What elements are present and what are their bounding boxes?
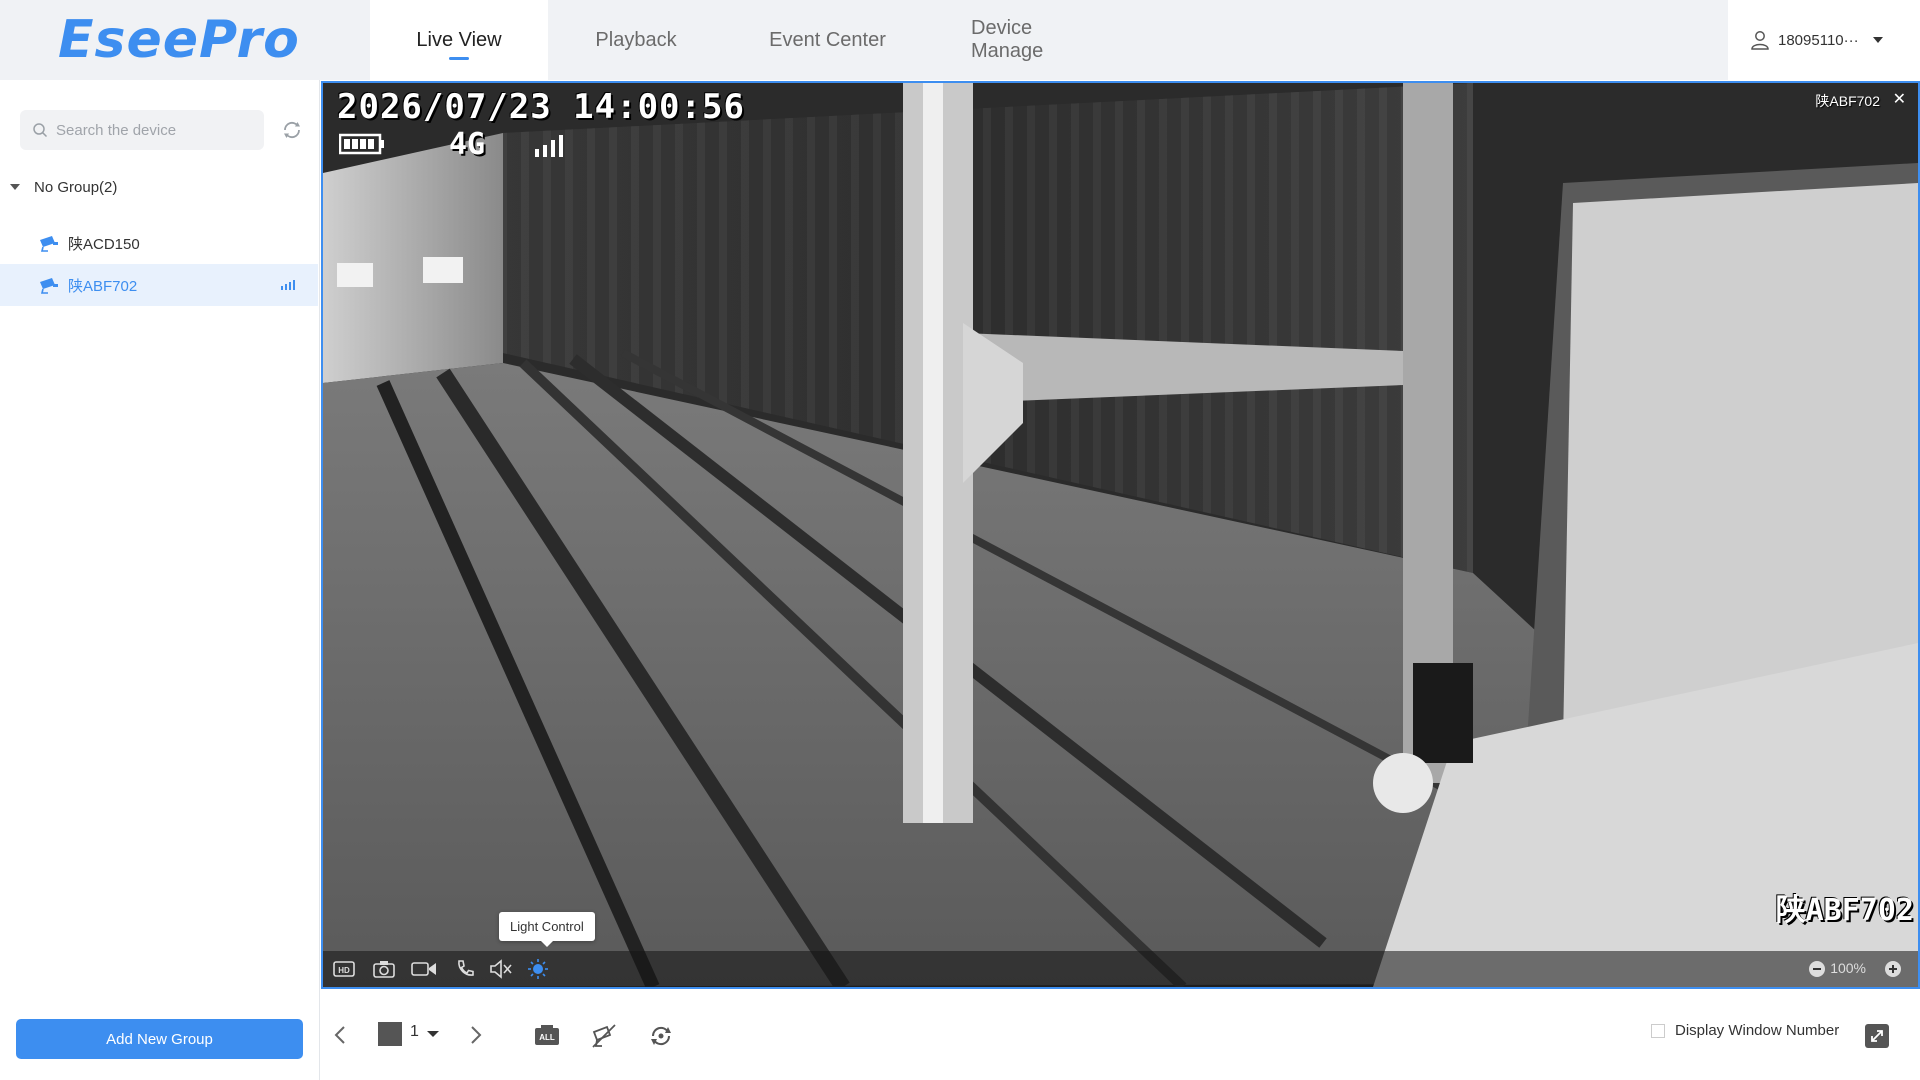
video-window[interactable]: 2026/07/23 14:00:56 4G 陕ABF702 陕ABF702 ✕… [321,81,1920,989]
tooltip: Light Control [499,912,595,947]
display-window-number-checkbox[interactable] [1651,1023,1665,1038]
osd-network: 4G [449,127,486,162]
hd-icon[interactable]: HD [333,957,355,981]
device-item-acd150[interactable]: 陕ACD150 [0,222,318,264]
chevron-down-icon [1872,37,1883,43]
cycle-icon[interactable] [648,1023,674,1049]
user-account: 18095110··· [1778,31,1859,49]
cell-signal-icon [535,135,563,157]
osd-plate: 陕ABF702 [1775,893,1914,928]
tab-event-center[interactable]: Event Center [724,0,931,80]
user-menu[interactable]: 18095110··· [1728,0,1920,80]
video-control-bar: HD 100% [323,951,1918,987]
talk-icon[interactable] [455,957,475,981]
zoom-level: 100% [1830,960,1866,976]
camera-feed-image [323,83,1918,987]
tab-live-view[interactable]: Live View [370,0,548,80]
search-box [20,110,264,150]
group-no-group[interactable]: No Group(2) [0,168,318,206]
svg-text:ALL: ALL [539,1033,555,1042]
app-logo: EseePro [58,10,300,70]
snapshot-icon[interactable] [373,957,395,981]
battery-icon [339,133,384,155]
page-dropdown-icon[interactable] [427,1031,439,1037]
layout-single-icon[interactable] [378,1022,402,1046]
mute-icon[interactable] [489,957,513,981]
bottom-toolbar: 1 ALL Display Window Number [321,989,1920,1080]
tab-playback[interactable]: Playback [548,0,724,80]
disconnect-all-icon[interactable] [591,1023,617,1049]
top-bar: EseePro Live View Playback Event Center … [0,0,1920,80]
search-input[interactable] [56,121,256,139]
close-icon[interactable]: ✕ [1893,89,1906,109]
osd-datetime: 2026/07/23 14:00:56 [337,87,745,127]
light-icon[interactable] [527,957,549,981]
device-sidebar: No Group(2) 陕ACD150 陕ABF702 Add New Grou… [0,80,320,1080]
user-icon [1751,31,1769,50]
all-devices-icon[interactable]: ALL [533,1023,561,1047]
page-number: 1 [410,1023,419,1040]
search-icon [33,123,48,138]
fullscreen-icon[interactable] [1864,1023,1890,1049]
signal-icon [281,280,295,290]
zoom-out-icon[interactable] [1808,957,1826,981]
prev-page-icon[interactable] [333,1025,347,1045]
add-new-group-button[interactable]: Add New Group [16,1019,303,1059]
device-name: 陕ABF702 [68,277,138,295]
device-name: 陕ACD150 [68,235,140,253]
main-nav-tabs: Live View Playback Event Center Device M… [370,0,1147,80]
caret-down-icon [10,184,20,190]
display-window-number-toggle[interactable]: Display Window Number [1651,1022,1839,1039]
tab-device-manage[interactable]: Device Manage [931,0,1147,80]
record-icon[interactable] [411,957,437,981]
device-item-abf702[interactable]: 陕ABF702 [0,264,318,306]
svg-text:HD: HD [338,966,350,975]
window-title: 陕ABF702 [1815,93,1880,109]
zoom-in-icon[interactable] [1884,957,1902,981]
next-page-icon[interactable] [469,1025,483,1045]
refresh-icon[interactable] [280,118,304,142]
camera-icon [40,236,58,252]
display-window-number-label: Display Window Number [1675,1022,1840,1039]
group-label: No Group(2) [34,178,118,196]
camera-icon [40,278,58,294]
